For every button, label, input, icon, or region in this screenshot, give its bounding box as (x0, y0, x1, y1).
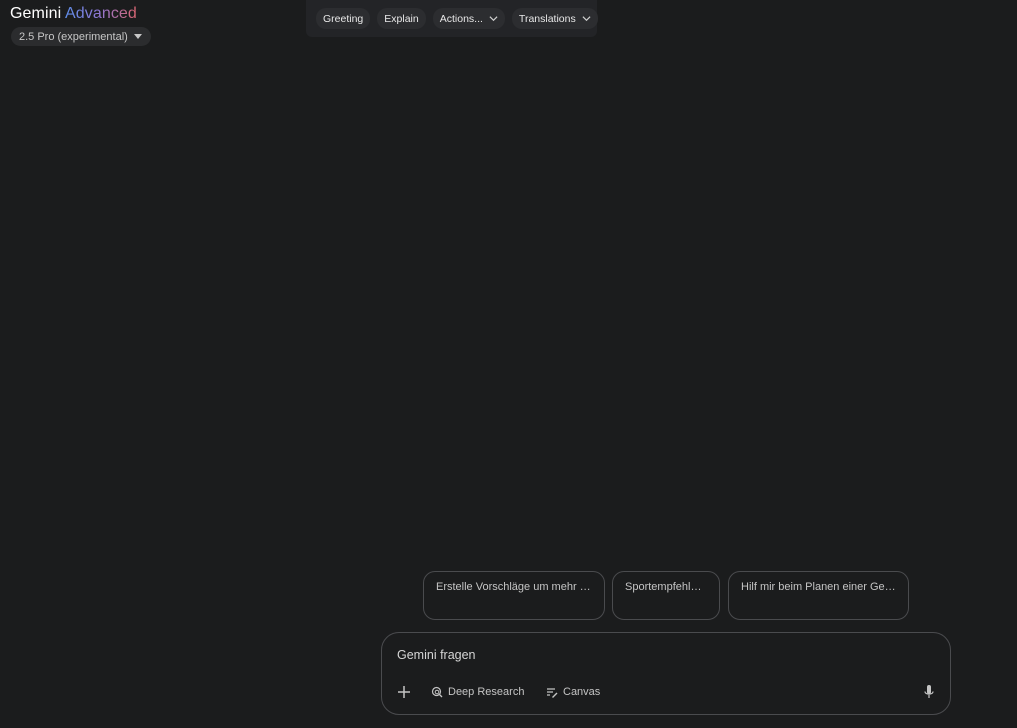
microphone-icon[interactable] (922, 684, 936, 700)
suggestion-label: Sportempfehlung (625, 581, 707, 593)
app-name: Gemini (10, 5, 62, 22)
explain-label: Explain (384, 12, 419, 25)
translations-label: Translations (518, 12, 576, 25)
suggestion-chip[interactable]: Hilf mir beim Planen einer Geb... (728, 571, 909, 620)
deep-research-label: Deep Research (448, 686, 525, 698)
suggestion-label: Hilf mir beim Planen einer Geb... (741, 581, 896, 593)
caret-down-icon (133, 34, 142, 39)
translations-dropdown[interactable]: Translations (511, 8, 598, 29)
chevron-down-icon (489, 16, 498, 22)
deep-research-button[interactable]: Deep Research (431, 683, 524, 701)
canvas-button[interactable]: Canvas (546, 683, 600, 701)
greeting-button[interactable]: Greeting (316, 8, 371, 29)
suggestion-label: Erstelle Vorschläge um mehr O... (436, 581, 592, 593)
quick-action-toolbar: Greeting Explain Actions... Translations (306, 0, 598, 37)
chevron-down-icon (582, 16, 591, 22)
deep-research-icon (431, 686, 443, 698)
app-tier: Advanced (64, 5, 137, 22)
explain-button[interactable]: Explain (377, 8, 426, 29)
canvas-icon (547, 688, 558, 698)
canvas-label: Canvas (563, 686, 601, 698)
actions-label: Actions... (439, 12, 483, 25)
greeting-label: Greeting (323, 12, 364, 25)
suggestion-chip[interactable]: Sportempfehlung (612, 571, 720, 620)
suggestion-chip[interactable]: Erstelle Vorschläge um mehr O... (423, 571, 605, 620)
prompt-input[interactable]: Gemini fragen (397, 648, 476, 662)
app-title: Gemini Advanced (10, 5, 137, 23)
plus-icon[interactable] (396, 684, 412, 700)
prompt-composer: Gemini fragen Deep Research Canvas (381, 632, 951, 715)
actions-dropdown[interactable]: Actions... (432, 8, 505, 29)
model-selector[interactable]: 2.5 Pro (experimental) (11, 27, 151, 46)
model-selector-label: 2.5 Pro (experimental) (19, 30, 128, 43)
